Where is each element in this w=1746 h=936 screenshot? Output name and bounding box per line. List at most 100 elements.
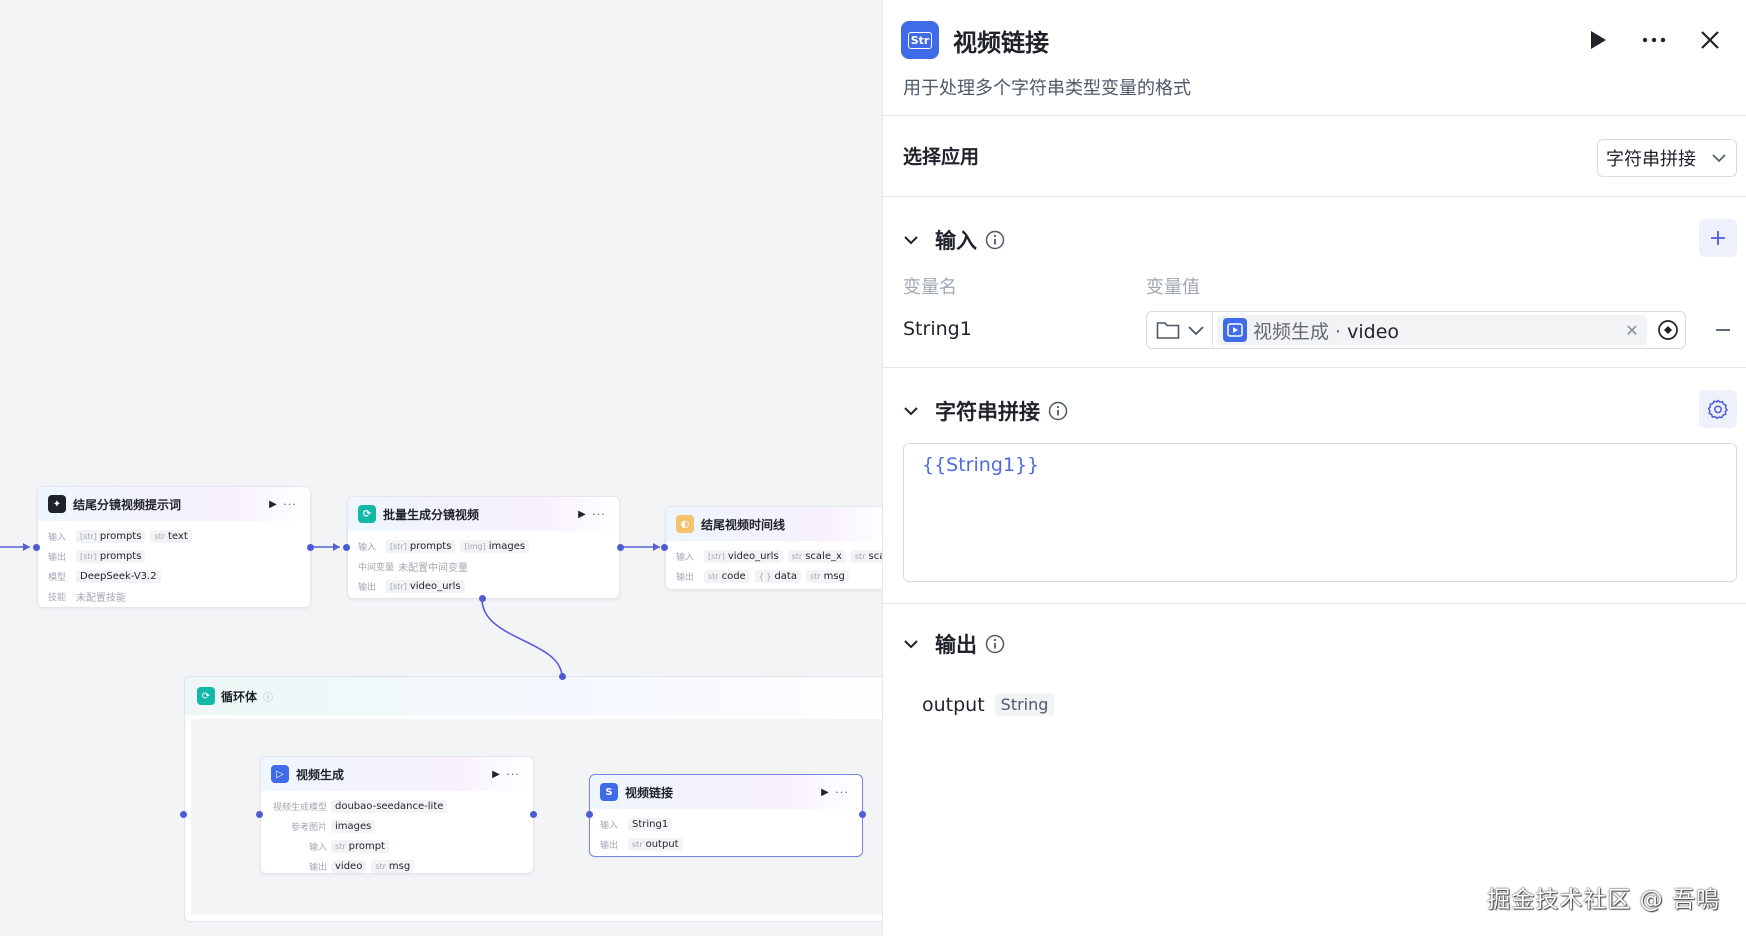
node-field-row: 输入 String1 [600, 814, 852, 834]
video-icon [1223, 318, 1247, 342]
node-field-row: 参考图片 images [271, 816, 523, 836]
field-label: 技能 [48, 592, 67, 603]
video-icon: ▷ [271, 765, 289, 783]
node-header: ⟳ 批量生成分镜视频 ▶ ··· [348, 497, 619, 531]
more-icon[interactable]: ··· [589, 508, 609, 521]
node-field-row: 输入 [str] prompts str text [48, 526, 300, 546]
more-icon[interactable]: ··· [832, 786, 852, 799]
node-video-link[interactable]: S 视频链接 ▶ ··· 输入 String1 输出 str output [589, 774, 863, 857]
variable-chip: images [331, 819, 376, 833]
variable-reference-tag[interactable]: 视频生成 · video ✕ [1217, 315, 1647, 345]
variable-chip: [str] prompts [76, 529, 146, 543]
input-section-header[interactable]: 输入 [903, 225, 1005, 255]
port-dot[interactable] [307, 544, 314, 551]
more-button[interactable] [1636, 22, 1672, 58]
port-dot[interactable] [617, 544, 624, 551]
variable-chip: doubao-seedance-lite [331, 799, 448, 813]
loop-icon: ⟳ [197, 687, 215, 705]
port-dot[interactable] [33, 544, 40, 551]
variable-chip: str msg [805, 569, 849, 583]
node-field-row: 模型 DeepSeek-V3.2 [48, 566, 300, 586]
port-dot[interactable] [586, 811, 593, 818]
node-end-video-timeline[interactable]: ◐ 结尾视频时间线 输入 [str] video_urls str scale_x str… [665, 506, 882, 590]
minus-icon [1716, 329, 1730, 331]
node-end-shot-prompt[interactable]: ✦ 结尾分镜视频提示词 ▶ ··· 输入 [str] prompts str text 输… [37, 486, 311, 608]
select-app-value: 字符串拼接 [1606, 149, 1696, 170]
string-icon: S [600, 783, 618, 801]
variable-chip: [str] prompts [386, 539, 456, 553]
plugin-icon: ◐ [676, 515, 694, 533]
close-button[interactable] [1692, 22, 1728, 58]
output-section-header[interactable]: 输出 [903, 629, 1005, 659]
node-field-row: 技能 未配置技能 [48, 586, 300, 606]
node-config-panel: Str 视频链接 用于处理多个字符串类型变量的格式 选择应用 字符串拼接 输入 … [882, 0, 1746, 936]
port-dot[interactable] [661, 544, 668, 551]
node-title: 视频生成 [296, 767, 345, 782]
chevron-down-icon[interactable] [903, 232, 919, 248]
loop-header: ⟳ 循环体 ⓘ [185, 677, 882, 715]
node-field-row: 中间变量 未配置中间变量 [358, 556, 609, 576]
add-input-button[interactable] [1699, 219, 1737, 257]
node-header: ✦ 结尾分镜视频提示词 ▶ ··· [38, 487, 310, 521]
variable-chip: [img] images [460, 539, 530, 553]
variable-chip: { } data [754, 569, 801, 583]
node-body: 输入 [str] prompts str text 输出 [str] prompts 模型 Dee… [38, 521, 310, 612]
run-icon[interactable]: ▶ [489, 767, 503, 781]
divider [883, 115, 1746, 116]
run-icon[interactable]: ▶ [575, 507, 589, 521]
variable-chip: str output [628, 837, 683, 851]
select-app-label: 选择应用 [903, 146, 980, 168]
string-app-icon: Str [901, 21, 939, 59]
divider [883, 196, 1746, 197]
node-batch-shot-video[interactable]: ⟳ 批量生成分镜视频 ▶ ··· 输入 [str] prompts [img] imag… [347, 496, 620, 599]
variable-picker-icon[interactable] [1651, 319, 1685, 341]
field-label: 模型 [48, 572, 67, 583]
concat-template-editor[interactable]: {{String1}} [903, 443, 1737, 582]
more-icon[interactable]: ··· [280, 498, 300, 511]
source-select[interactable] [1147, 312, 1213, 348]
node-body: 输入 [str]video_urls strscale_x strscale_y 输出 s… [666, 541, 882, 592]
remove-input-button[interactable] [1709, 316, 1737, 344]
select-app-dropdown[interactable]: 字符串拼接 [1597, 139, 1737, 177]
output-name: output [922, 693, 985, 716]
variable-chip: DeepSeek-V3.2 [76, 569, 161, 583]
chevron-down-icon[interactable] [903, 636, 919, 652]
run-icon[interactable]: ▶ [818, 785, 832, 799]
node-video-generate[interactable]: ▷ 视频生成 ▶ ··· 视频生成模型 doubao-seedance-lite 参… [260, 756, 534, 874]
port-dot[interactable] [859, 811, 866, 818]
output-variable: output String [922, 693, 1055, 716]
port-dot[interactable] [479, 595, 486, 602]
info-icon[interactable] [1048, 401, 1068, 421]
node-body: 视频生成模型 doubao-seedance-lite 参考图片 images 输入 st… [261, 791, 533, 882]
clear-reference-icon[interactable]: ✕ [1623, 321, 1641, 340]
port-dot[interactable] [343, 544, 350, 551]
port-dot[interactable] [559, 673, 566, 680]
field-label: 输入 [308, 842, 327, 853]
more-icon[interactable]: ··· [503, 768, 523, 781]
node-header: ▷ 视频生成 ▶ ··· [261, 757, 533, 791]
chevron-down-icon [1712, 154, 1726, 163]
node-field-row: 输出 video str msg [271, 856, 523, 876]
var-value-field[interactable]: 视频生成 · video ✕ [1146, 311, 1686, 349]
close-icon [1701, 31, 1719, 49]
port-dot[interactable] [256, 811, 263, 818]
chevron-down-icon[interactable] [903, 403, 919, 419]
info-icon[interactable] [985, 634, 1005, 654]
concat-settings-button[interactable] [1699, 390, 1737, 428]
run-button[interactable] [1580, 22, 1616, 58]
variable-chip: str code [704, 569, 750, 583]
loop-title: 循环体 [221, 689, 258, 704]
info-icon[interactable] [985, 230, 1005, 250]
field-label: 输入 [48, 532, 67, 543]
var-name-field[interactable]: String1 [903, 318, 972, 340]
node-title: 结尾视频时间线 [701, 517, 786, 532]
info-icon[interactable]: ⓘ [263, 689, 273, 704]
port-dot[interactable] [180, 811, 187, 818]
node-title: 视频链接 [625, 785, 674, 800]
port-dot[interactable] [530, 811, 537, 818]
field-label: 输出 [676, 572, 695, 583]
output-type-badge: String [994, 693, 1055, 716]
run-icon[interactable]: ▶ [266, 497, 280, 511]
workflow-canvas[interactable]: ✦ 结尾分镜视频提示词 ▶ ··· 输入 [str] prompts str text 输… [0, 0, 882, 936]
concat-section-header[interactable]: 字符串拼接 [903, 396, 1068, 426]
